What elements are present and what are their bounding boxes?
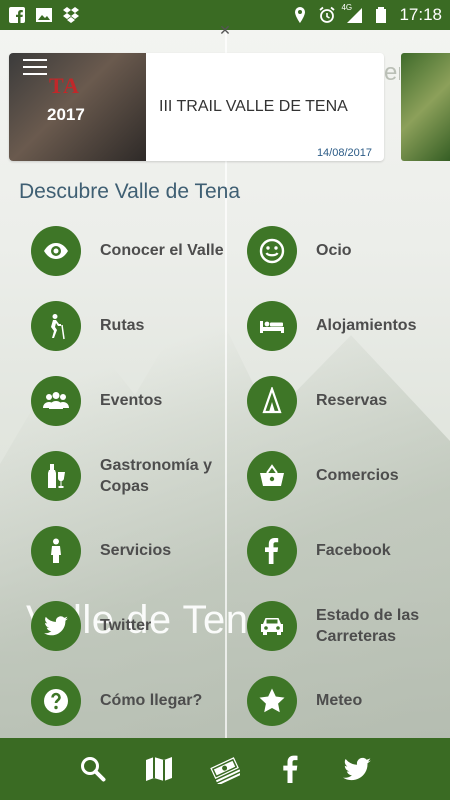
menu-item-label: Alojamientos (316, 317, 417, 334)
location-icon (291, 6, 309, 24)
menu-item-reservas[interactable]: Reservas (216, 363, 441, 438)
news-title: III TRAIL VALLE DE TENA (159, 98, 348, 115)
menu-item-label: Servicios (100, 542, 172, 559)
menu-item-comercios[interactable]: Comercios (216, 438, 441, 513)
menu-item-label: Conocer el Valle (100, 242, 224, 259)
menu-item-label: Eventos (100, 392, 163, 409)
tent-icon (247, 375, 297, 426)
menu-item-label: Reservas (316, 392, 388, 409)
facebook-icon[interactable] (274, 752, 308, 786)
star-icon (247, 675, 297, 726)
smiley-icon (247, 225, 297, 276)
person-icon (31, 525, 81, 576)
facebook-icon (8, 6, 26, 24)
next-card-peek-text: er (384, 59, 400, 86)
twitter-icon[interactable] (340, 752, 374, 786)
car-icon (247, 600, 297, 651)
menu-item-rutas[interactable]: Rutas (0, 288, 225, 363)
facebook-icon (247, 525, 297, 576)
menu-item-gastronomia[interactable]: Gastronomía y Copas (0, 438, 225, 513)
image-icon (35, 6, 53, 24)
menu-item-conocer[interactable]: Conocer el Valle (0, 213, 225, 288)
section-title: Descubre Valle de Tena (19, 180, 241, 203)
menu-item-label: Facebook (316, 542, 391, 559)
menu-item-label: Cómo llegar? (100, 692, 203, 709)
menu-item-ocio[interactable]: Ocio (216, 213, 441, 288)
menu-item-meteo[interactable]: Meteo (216, 663, 441, 738)
menu-item-servicios[interactable]: Servicios (0, 513, 225, 588)
news-card[interactable]: TA 2017 III TRAIL VALLE DE TENA 14/08/20… (9, 53, 384, 161)
menu-item-label: Ocio (316, 242, 352, 259)
network-type: 4G (341, 3, 353, 12)
menu-item-label: Meteo (316, 692, 363, 709)
menu-item-alojamientos[interactable]: Alojamientos (216, 288, 441, 363)
news-date: 14/08/2017 (316, 147, 372, 159)
next-card-thumbnail[interactable] (401, 53, 450, 161)
twitter-icon (31, 600, 81, 651)
thumbnail-year: 2017 (47, 105, 85, 124)
thumbnail-logo: TA (49, 73, 80, 98)
menu-item-twitter[interactable]: Twitter (0, 588, 225, 663)
group-icon (31, 375, 81, 426)
menu-item-label: Twitter (100, 617, 152, 634)
menu-item-label: Comercios (316, 467, 399, 484)
menu-item-label: Rutas (100, 317, 145, 334)
menu-icon[interactable] (23, 59, 47, 75)
basket-icon (247, 450, 297, 501)
clock: 17:18 (399, 5, 442, 24)
alarm-icon (318, 6, 336, 24)
eye-icon (31, 225, 81, 276)
menu-item-facebook[interactable]: Facebook (216, 513, 441, 588)
hiker-icon (31, 300, 81, 351)
bottom-toolbar (0, 738, 450, 800)
dropbox-icon (62, 6, 80, 24)
search-icon[interactable] (76, 752, 110, 786)
bed-icon (247, 300, 297, 351)
collapse-handle-icon[interactable]: ✕ (217, 23, 233, 37)
menu-item-carreteras[interactable]: Estado de las Carreteras (216, 588, 441, 663)
battery-icon (372, 6, 390, 24)
money-icon[interactable] (208, 752, 242, 786)
question-icon (31, 675, 81, 726)
menu-item-label: Gastronomía y Copas (100, 456, 213, 495)
menu-item-label: Estado de las Carreteras (316, 606, 420, 645)
news-thumbnail: TA 2017 (9, 53, 146, 161)
bottle-glass-icon (31, 450, 81, 501)
menu-item-como-llegar[interactable]: Cómo llegar? (0, 663, 225, 738)
map-icon[interactable] (142, 752, 176, 786)
menu-item-eventos[interactable]: Eventos (0, 363, 225, 438)
signal-icon: 4G (341, 3, 363, 24)
